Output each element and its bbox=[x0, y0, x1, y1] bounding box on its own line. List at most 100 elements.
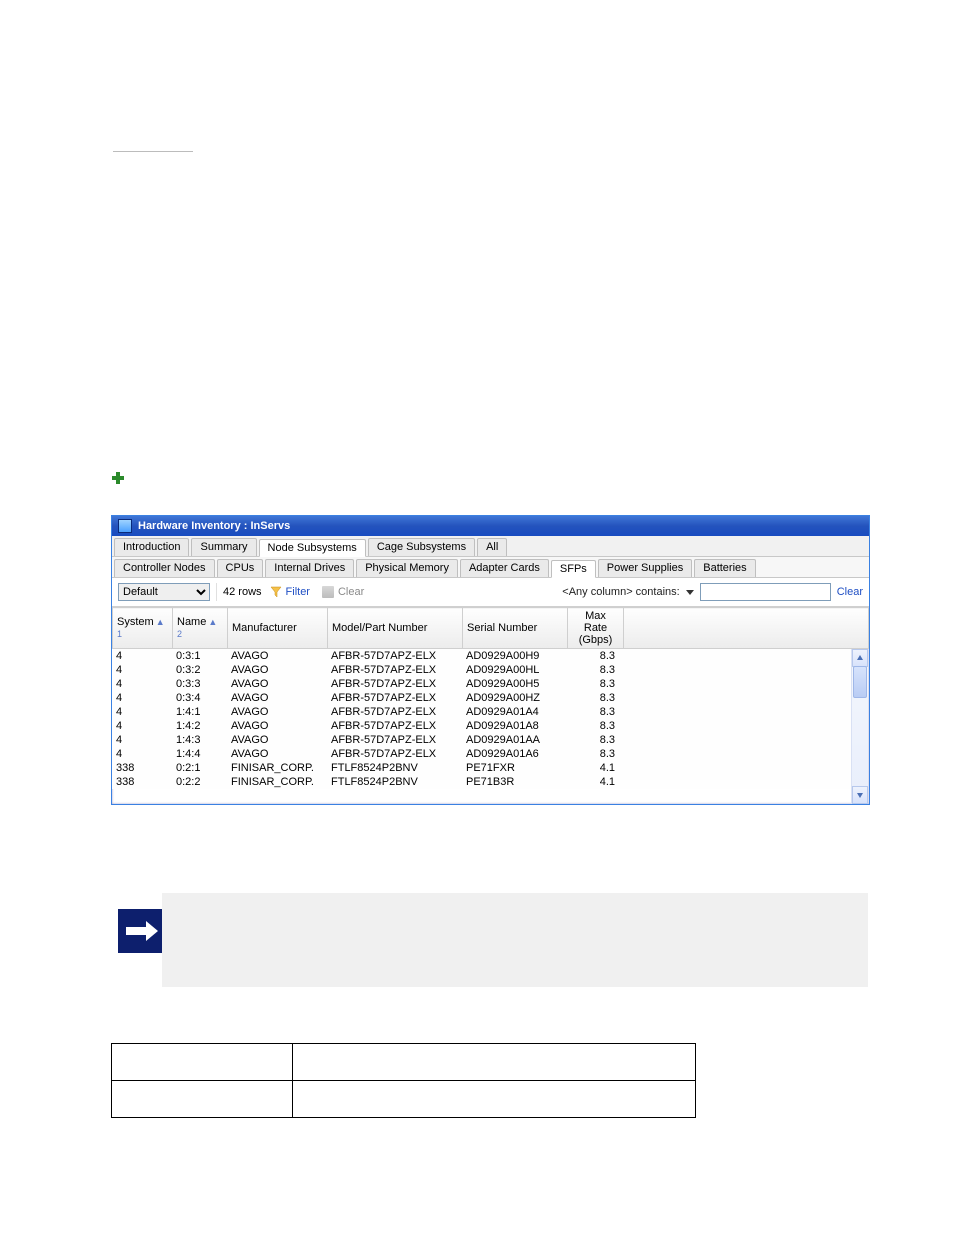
table-row[interactable]: 41:4:4AVAGOAFBR-57D7APZ-ELXAD0929A01A68.… bbox=[112, 747, 853, 761]
cell: 8.3 bbox=[567, 649, 623, 663]
cell bbox=[623, 761, 853, 775]
tab-introduction[interactable]: Introduction bbox=[114, 538, 189, 556]
cell: 8.3 bbox=[567, 733, 623, 747]
rows-count-label: 42 rows bbox=[223, 586, 262, 598]
cell: 0:3:1 bbox=[172, 649, 227, 663]
data-grid: System▲ 1 Name▲ 2 Manufacturer Model/Par… bbox=[112, 607, 869, 804]
cell: 8.3 bbox=[567, 719, 623, 733]
tab-bar-primary: IntroductionSummaryNode SubsystemsCage S… bbox=[112, 536, 869, 557]
filter-label: Filter bbox=[286, 586, 310, 598]
tab-cage-subsystems[interactable]: Cage Subsystems bbox=[368, 538, 475, 556]
cell bbox=[623, 719, 853, 733]
table-row[interactable]: 3380:2:1FINISAR_CORP.FTLF8524P2BNVPE71FX… bbox=[112, 761, 853, 775]
definition-table bbox=[111, 1043, 696, 1118]
cell: 4.1 bbox=[567, 761, 623, 775]
clear-icon bbox=[322, 586, 334, 598]
note-arrow-icon bbox=[118, 909, 162, 953]
cell: AD0929A01AA bbox=[462, 733, 567, 747]
table-row[interactable]: 41:4:3AVAGOAFBR-57D7APZ-ELXAD0929A01AA8.… bbox=[112, 733, 853, 747]
cell: AFBR-57D7APZ-ELX bbox=[327, 663, 462, 677]
cell: AD0929A00HZ bbox=[462, 691, 567, 705]
plus-icon bbox=[112, 472, 124, 484]
cell: AVAGO bbox=[227, 747, 327, 761]
clear-filter-button[interactable]: Clear bbox=[318, 583, 368, 601]
app-icon bbox=[118, 519, 132, 533]
scroll-up-button[interactable] bbox=[852, 649, 868, 667]
cell bbox=[623, 677, 853, 691]
col-header-rate[interactable]: Max Rate (Gbps) bbox=[568, 608, 624, 649]
table-row[interactable]: 41:4:2AVAGOAFBR-57D7APZ-ELXAD0929A01A88.… bbox=[112, 719, 853, 733]
cell: AD0929A00H9 bbox=[462, 649, 567, 663]
col-header-name[interactable]: Name▲ 2 bbox=[173, 608, 228, 649]
clear-label: Clear bbox=[338, 586, 364, 598]
cell: 338 bbox=[112, 761, 172, 775]
table-row[interactable]: 40:3:1AVAGOAFBR-57D7APZ-ELXAD0929A00H98.… bbox=[112, 649, 853, 663]
cell: AVAGO bbox=[227, 663, 327, 677]
col-header-serial[interactable]: Serial Number bbox=[463, 608, 568, 649]
cell bbox=[623, 649, 853, 663]
cell: 8.3 bbox=[567, 677, 623, 691]
table-row[interactable]: 3380:2:2FINISAR_CORP.FTLF8524P2BNVPE71B3… bbox=[112, 775, 853, 789]
cell: AVAGO bbox=[227, 733, 327, 747]
table-row[interactable]: 40:3:4AVAGOAFBR-57D7APZ-ELXAD0929A00HZ8.… bbox=[112, 691, 853, 705]
table-row[interactable]: 41:4:1AVAGOAFBR-57D7APZ-ELXAD0929A01A48.… bbox=[112, 705, 853, 719]
col-header-model[interactable]: Model/Part Number bbox=[328, 608, 463, 649]
cell: 1:4:3 bbox=[172, 733, 227, 747]
col-header-system[interactable]: System▲ 1 bbox=[113, 608, 173, 649]
cell: 4 bbox=[112, 705, 172, 719]
subtab-sfps[interactable]: SFPs bbox=[551, 560, 596, 578]
subtab-power-supplies[interactable]: Power Supplies bbox=[598, 559, 692, 577]
preset-select[interactable]: Default bbox=[118, 583, 210, 601]
search-scope-dropdown[interactable] bbox=[686, 588, 694, 596]
scroll-down-button[interactable] bbox=[852, 786, 868, 804]
search-input[interactable] bbox=[700, 583, 831, 601]
tab-bar-secondary: Controller NodesCPUsInternal DrivesPhysi… bbox=[112, 557, 869, 578]
table-row[interactable]: 40:3:2AVAGOAFBR-57D7APZ-ELXAD0929A00HL8.… bbox=[112, 663, 853, 677]
cell: 8.3 bbox=[567, 747, 623, 761]
scroll-thumb[interactable] bbox=[853, 666, 867, 698]
subtab-controller-nodes[interactable]: Controller Nodes bbox=[114, 559, 215, 577]
cell: 338 bbox=[112, 775, 172, 789]
tab-node-subsystems[interactable]: Node Subsystems bbox=[259, 539, 366, 557]
cell: AD0929A00H5 bbox=[462, 677, 567, 691]
col-header-spacer bbox=[624, 608, 869, 649]
cell: AVAGO bbox=[227, 705, 327, 719]
cell: AVAGO bbox=[227, 677, 327, 691]
cell: 4 bbox=[112, 663, 172, 677]
subtab-internal-drives[interactable]: Internal Drives bbox=[265, 559, 354, 577]
subtab-physical-memory[interactable]: Physical Memory bbox=[356, 559, 458, 577]
cell: FINISAR_CORP. bbox=[227, 775, 327, 789]
cell: FTLF8524P2BNV bbox=[327, 761, 462, 775]
vertical-scrollbar[interactable] bbox=[851, 649, 868, 804]
cell: 1:4:2 bbox=[172, 719, 227, 733]
cell: AVAGO bbox=[227, 719, 327, 733]
col-header-manufacturer[interactable]: Manufacturer bbox=[228, 608, 328, 649]
cell: AD0929A01A4 bbox=[462, 705, 567, 719]
toolbar: Default 42 rows Filter Clear <Any column… bbox=[112, 578, 869, 607]
filter-button[interactable]: Filter bbox=[266, 583, 314, 601]
filter-icon bbox=[270, 586, 282, 598]
subtab-cpus[interactable]: CPUs bbox=[217, 559, 264, 577]
cell: AD0929A01A6 bbox=[462, 747, 567, 761]
subtab-batteries[interactable]: Batteries bbox=[694, 559, 755, 577]
cell: 4 bbox=[112, 691, 172, 705]
cell: AFBR-57D7APZ-ELX bbox=[327, 719, 462, 733]
cell: AFBR-57D7APZ-ELX bbox=[327, 691, 462, 705]
tab-all[interactable]: All bbox=[477, 538, 507, 556]
cell: 0:3:4 bbox=[172, 691, 227, 705]
subtab-adapter-cards[interactable]: Adapter Cards bbox=[460, 559, 549, 577]
window-title: Hardware Inventory : InServs bbox=[138, 520, 290, 532]
cell bbox=[623, 747, 853, 761]
cell: AVAGO bbox=[227, 649, 327, 663]
cell: 0:2:1 bbox=[172, 761, 227, 775]
cell: AFBR-57D7APZ-ELX bbox=[327, 747, 462, 761]
cell: PE71FXR bbox=[462, 761, 567, 775]
tab-summary[interactable]: Summary bbox=[191, 538, 256, 556]
scroll-track[interactable] bbox=[852, 666, 868, 787]
search-clear-link[interactable]: Clear bbox=[837, 586, 863, 598]
header-row: System▲ 1 Name▲ 2 Manufacturer Model/Par… bbox=[113, 608, 869, 649]
cell: 1:4:4 bbox=[172, 747, 227, 761]
cell: 8.3 bbox=[567, 691, 623, 705]
search-scope-label: <Any column> contains: bbox=[562, 586, 679, 598]
table-row[interactable]: 40:3:3AVAGOAFBR-57D7APZ-ELXAD0929A00H58.… bbox=[112, 677, 853, 691]
